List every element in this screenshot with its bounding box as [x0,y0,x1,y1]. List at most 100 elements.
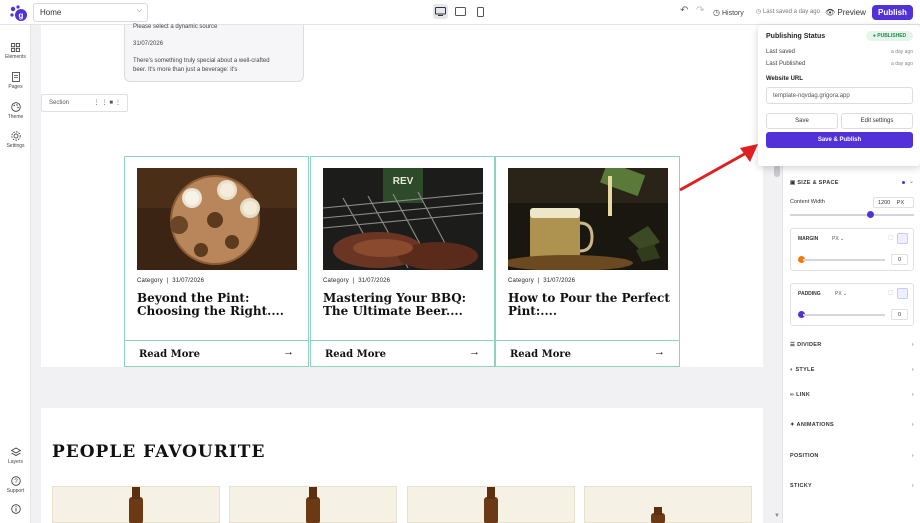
card-image-pouring-beer[interactable] [508,168,668,270]
modified-dot [902,181,905,184]
blog-card[interactable]: Category | 31/07/2026 How to Pour the Pe… [495,156,680,367]
redo-icon[interactable]: ↷ [696,5,704,16]
save-button[interactable]: Save [766,113,838,129]
info-button[interactable] [0,504,31,516]
padding-unit-select[interactable]: PX ⌄ [835,291,847,297]
blog-card[interactable]: Category | 31/07/2026 Beyond the Pint: C… [124,156,309,367]
read-more-bar[interactable]: Read More → [496,340,679,367]
published-badge: ● PUBLISHED [866,31,913,41]
history-label: History [721,10,744,17]
drag-handle-icon[interactable]: ⋮⋮ [93,100,109,106]
content-width-input[interactable]: 1200 PX [873,197,914,208]
top-bar: g Home ⌵ ↶ ↷ ◷ History ◷ Last saved a day… [0,0,920,25]
chevron-down-icon: ⌵ [136,7,142,14]
content-width-value: 1200 [878,200,891,206]
save-and-publish-button[interactable]: Save & Publish [766,132,913,148]
grigora-logo[interactable]: g [8,4,28,22]
publish-button[interactable]: Publish [872,5,913,20]
group-label: POSITION [790,453,819,459]
product-card[interactable] [407,486,575,523]
undo-icon[interactable]: ↶ [680,5,688,16]
published-badge-text: PUBLISHED [877,33,907,39]
rail-item-elements[interactable]: Elements [0,43,31,60]
rail-label: Layers [7,459,23,465]
arrow-right-icon[interactable]: → [469,346,480,358]
tablet-view-button[interactable] [453,4,468,19]
divider-group[interactable]: ☰ DIVIDER › [790,342,914,348]
previous-post-card[interactable]: Please select a dynamic source 31/07/202… [124,24,304,82]
animations-group[interactable]: ✦ ANIMATIONS › [790,422,914,428]
card-title[interactable]: Mastering Your BBQ: The Ultimate Beer...… [323,292,485,318]
chevron-right-icon: › [911,453,914,459]
content-width-slider-knob[interactable] [867,211,875,218]
rail-item-settings[interactable]: Settings [0,131,31,149]
read-more-link[interactable]: Read More [325,349,386,360]
rail-item-layers[interactable]: Layers [0,447,31,465]
mobile-view-button[interactable] [473,4,488,19]
section-toolbar[interactable]: Section ⋮⋮■⋮ [41,94,128,112]
scrollbar-thumb[interactable] [774,165,780,177]
last-published-label: Last Published [766,61,806,67]
content-width-label: Content Width [790,199,825,205]
prev-card-excerpt-2: beer. It's more than just a beverage: it… [133,67,238,73]
position-group[interactable]: POSITION › [790,453,914,459]
scroll-down-icon[interactable]: ▼ [774,513,780,519]
read-more-link[interactable]: Read More [139,349,200,360]
eye-icon: 👁 [825,8,838,17]
unlink-icon[interactable]: ▢ [888,289,894,296]
size-space-header[interactable]: ▣ SIZE & SPACE [790,180,839,186]
card-category: Category [323,278,349,284]
mobile-icon [477,6,484,17]
more-icon[interactable]: ⋮ [115,100,123,106]
read-more-bar[interactable]: Read More → [125,340,308,367]
chevron-down-icon[interactable]: ⌄ [909,178,914,185]
content-width-slider[interactable] [790,214,914,216]
unlink-icon[interactable]: ▢ [888,234,894,241]
rail-label: Support [6,488,25,494]
product-card[interactable] [584,486,752,523]
desktop-view-button[interactable] [433,4,448,19]
page-select[interactable]: Home ⌵ [33,3,148,22]
history-button[interactable]: ◷ History [713,8,744,17]
card-title[interactable]: How to Pour the Perfect Pint:.... [508,292,670,318]
card-image-bbq-grill[interactable]: REV [323,168,483,270]
link-values-icon[interactable] [897,288,908,299]
meta-separator: | [537,278,540,284]
product-card[interactable] [52,486,220,523]
link-values-icon[interactable] [897,233,908,244]
link-group[interactable]: ∞ LINK › [790,392,914,398]
padding-slider[interactable] [803,314,885,316]
beer-bottle-image [129,487,143,523]
card-image-tasting-board[interactable] [137,168,297,270]
sticky-group[interactable]: STICKY › [790,483,914,489]
read-more-link[interactable]: Read More [510,349,571,360]
card-meta: Category | 31/07/2026 [323,278,390,284]
rail-item-support[interactable]: ? Support [0,476,31,494]
arrow-right-icon[interactable]: → [654,346,665,358]
style-group[interactable]: ◐ STYLE › [790,367,914,373]
meta-separator: | [352,278,355,284]
product-card[interactable] [229,486,397,523]
prev-card-excerpt-1: There's something truly special about a … [133,58,270,64]
preview-label: Preview [837,8,866,17]
card-title[interactable]: Beyond the Pint: Choosing the Right.... [137,292,299,318]
canvas-scrollbar[interactable]: ▼ [772,165,782,523]
read-more-bar[interactable]: Read More → [311,340,494,367]
arrow-right-icon[interactable]: → [283,346,294,358]
page-icon [11,72,20,82]
padding-value-input[interactable]: 0 [891,309,908,320]
website-url-field[interactable]: template-nqvdag.grigora.app [766,87,913,104]
rail-item-pages[interactable]: Pages [0,72,31,90]
edit-settings-button[interactable]: Edit settings [841,113,913,129]
settings-panel: ▣ SIZE & SPACE ⌄ Content Width 1200 PX M… [782,165,920,523]
chevron-right-icon: › [911,342,914,348]
blog-card[interactable]: REV Category | 31/07/2026 Mastering Your… [310,156,495,367]
dynamic-source-text: Please select a dynamic source [133,24,218,30]
margin-label: MARGIN [798,236,819,242]
margin-value-input[interactable]: 0 [891,254,908,265]
margin-unit-select[interactable]: PX ⌄ [832,236,844,242]
rail-item-theme[interactable]: Theme [0,102,31,120]
people-favourite-heading[interactable]: PEOPLE FAVOURITE [52,442,265,462]
preview-button[interactable]: 👁 Preview [825,8,866,17]
margin-slider[interactable] [803,259,885,261]
